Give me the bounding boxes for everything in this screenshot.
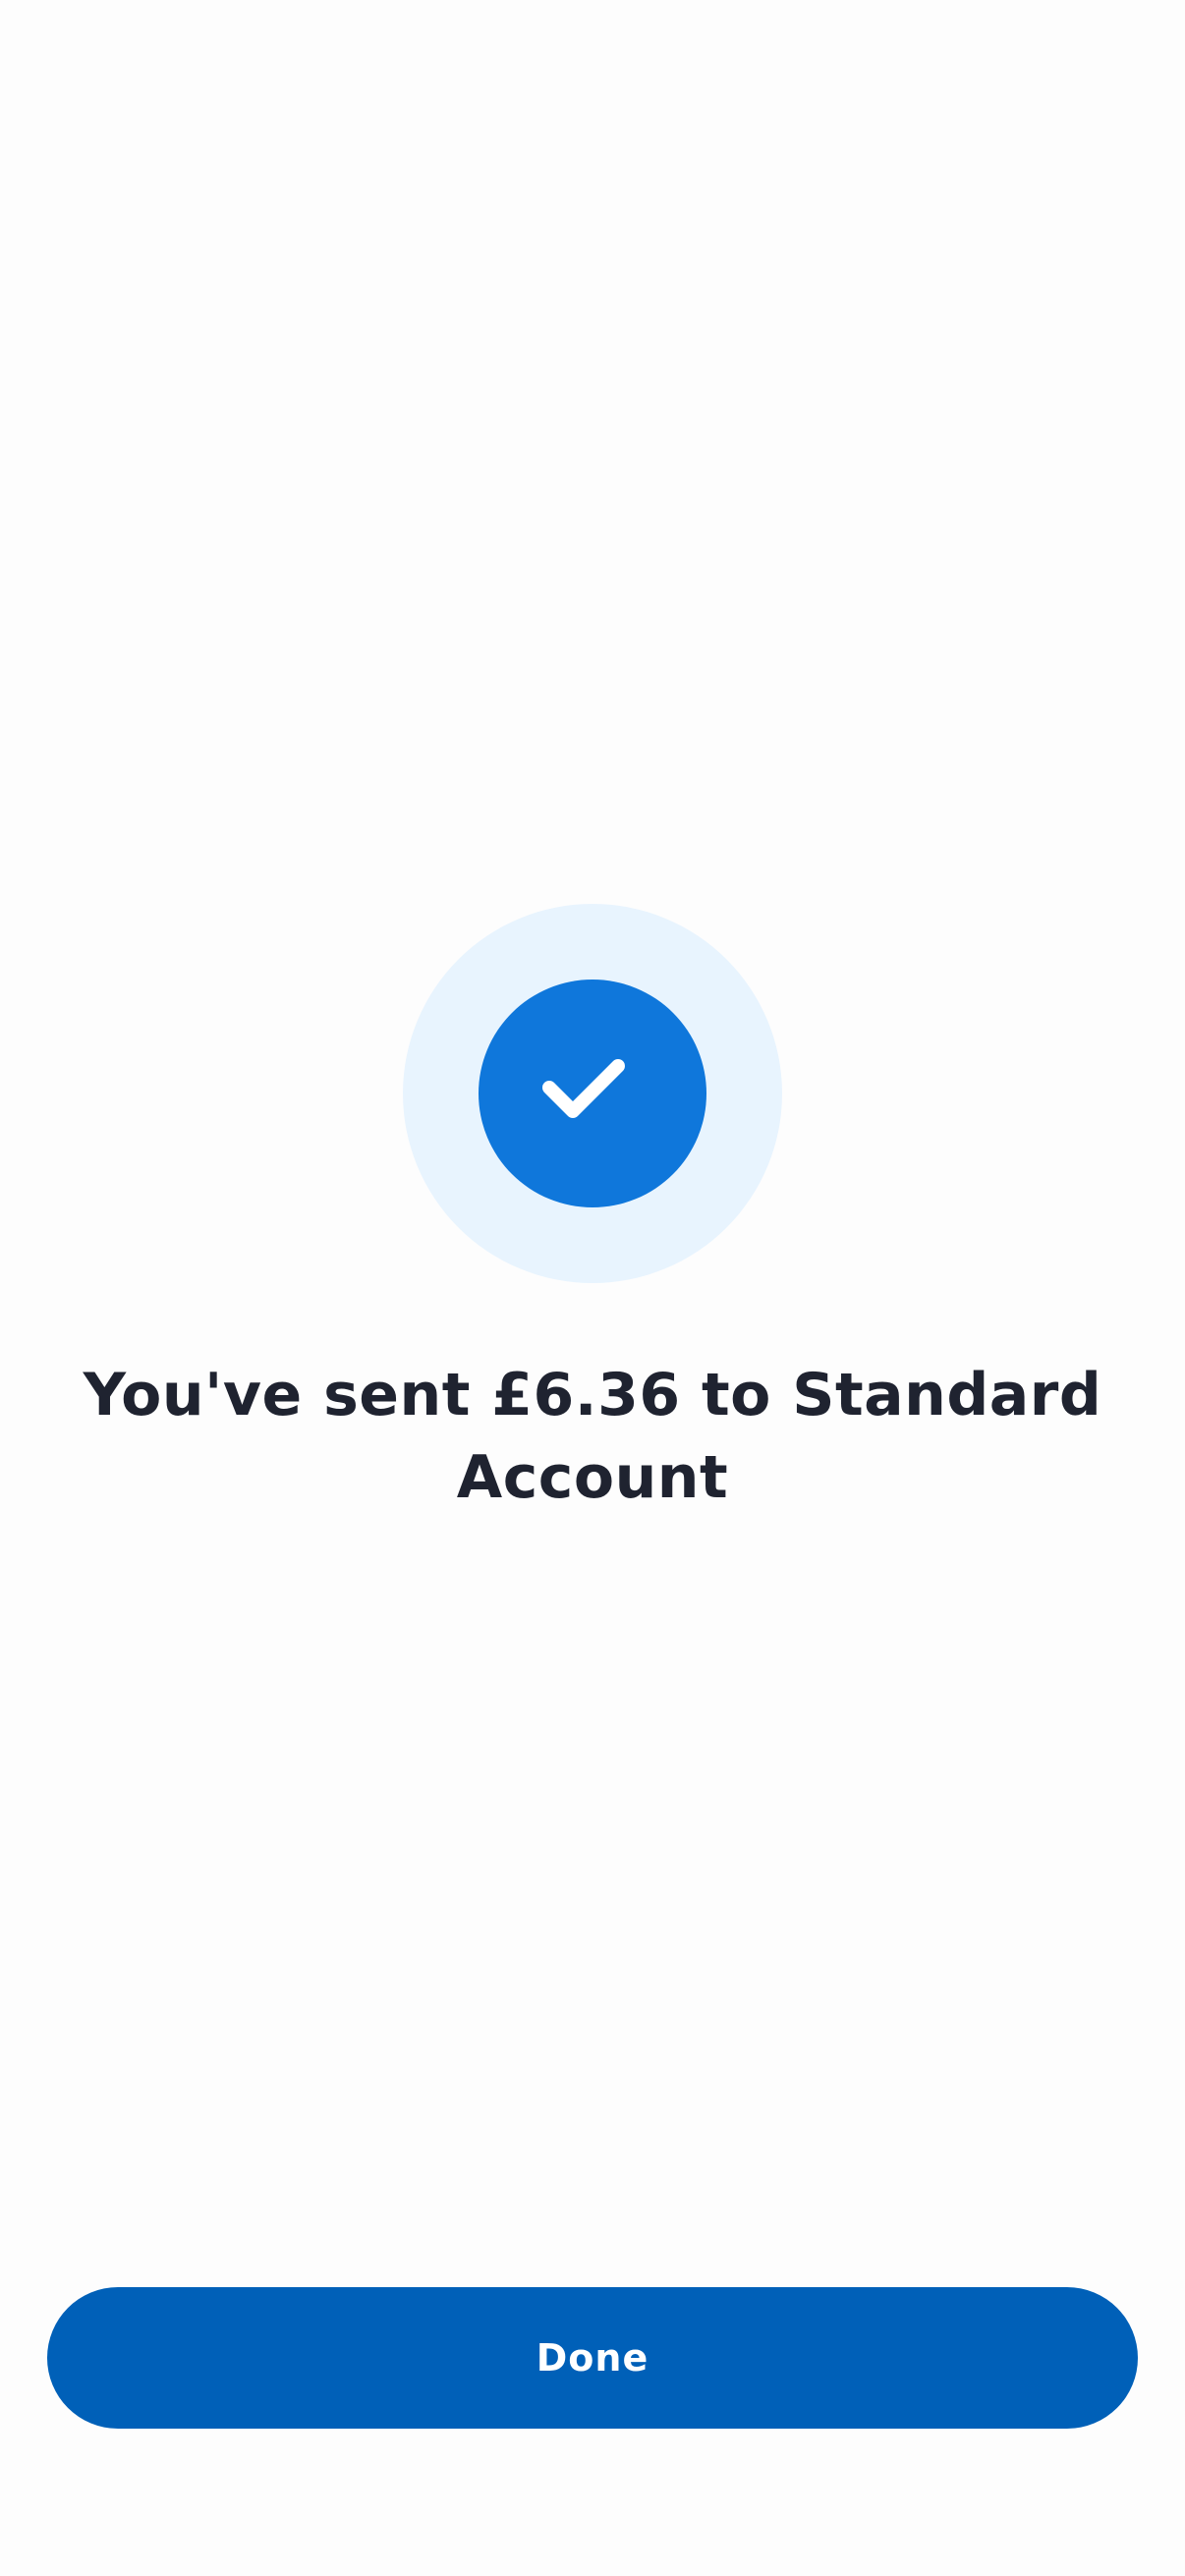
- done-button[interactable]: Done: [47, 2287, 1138, 2429]
- success-halo: [403, 904, 782, 1283]
- check-icon: [534, 1035, 651, 1152]
- check-mark: [542, 1059, 625, 1118]
- success-badge: [479, 980, 706, 1207]
- confirmation-message: You've sent £6.36 to Standard Account: [83, 1361, 1102, 1512]
